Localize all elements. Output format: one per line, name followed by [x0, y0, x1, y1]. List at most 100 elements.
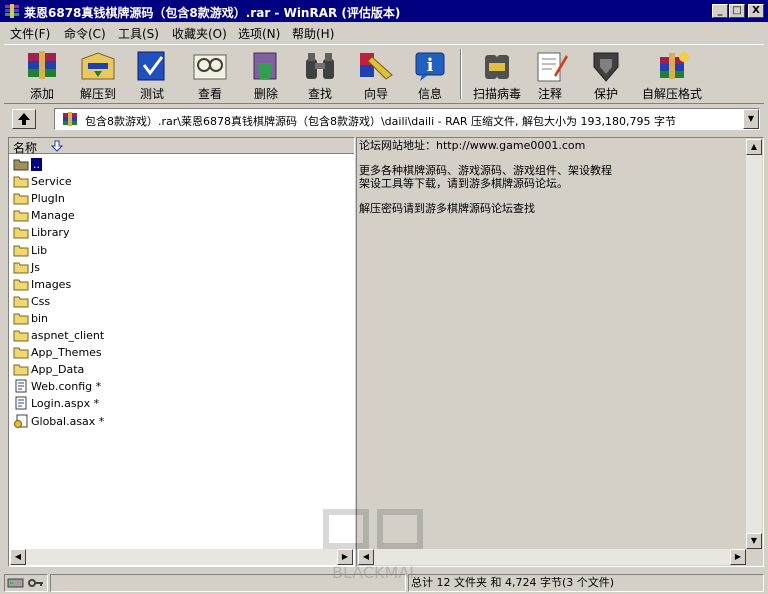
folder-icon [13, 193, 29, 205]
file-name: Login.aspx * [31, 397, 100, 411]
toolbar: 添加 解压到 测试 查看 删除 查找 向导 i 信息 扫描病毒 注释 保护 自解… [4, 44, 764, 104]
comment-line: 更多各种棋牌源码、游戏源码、游戏组件、架设教程 [359, 164, 612, 177]
path-text: 包含8款游戏）.rar\莱恩6878真钱棋牌源码（包含8款游戏）\daili\d… [85, 115, 676, 128]
folder-icon [13, 210, 29, 222]
wizard-button[interactable]: 向导 [346, 47, 406, 103]
comment-button[interactable]: 注释 [520, 47, 580, 103]
file-row[interactable]: Js [11, 259, 351, 276]
extract-to-label: 解压到 [79, 87, 116, 101]
test-button[interactable]: 测试 [122, 47, 182, 103]
file-row[interactable]: aspnet_client [11, 327, 351, 344]
add-label: 添加 [29, 87, 54, 101]
add-button[interactable]: 添加 [12, 47, 72, 103]
comment-pane[interactable]: 论坛网站地址：http://www.game0001.com 更多各种棋牌源码、游… [356, 137, 764, 567]
address-bar: 包含8款游戏）.rar\莱恩6878真钱棋牌源码（包含8款游戏）\daili\d… [4, 107, 764, 131]
scroll-down-button[interactable]: ▼ [746, 533, 762, 549]
file-row[interactable]: .. [11, 156, 351, 173]
wizard-label: 向导 [363, 87, 388, 101]
drive-key-indicator[interactable] [4, 574, 48, 592]
gear-file-icon [14, 414, 28, 428]
protect-icon [593, 52, 619, 82]
status-left-cell [50, 574, 406, 592]
extract-to-icon [81, 52, 115, 80]
scroll-up-button[interactable]: ▲ [746, 139, 762, 155]
scroll-left-button[interactable]: ◀ [10, 549, 26, 565]
file-name: PlugIn [31, 192, 65, 206]
folder-icon [13, 262, 29, 274]
file-name: Library [31, 226, 70, 240]
file-row[interactable]: App_Data [11, 361, 351, 378]
file-row[interactable]: Web.config * [11, 378, 351, 395]
winrar-app-icon[interactable] [4, 4, 20, 18]
view-button[interactable]: 查看 [180, 47, 240, 103]
info-button[interactable]: i 信息 [400, 47, 460, 103]
archive-comment: 论坛网站地址：http://www.game0001.com 更多各种棋牌源码、游… [359, 139, 739, 215]
folder-icon [13, 330, 29, 342]
delete-button[interactable]: 删除 [236, 47, 296, 103]
file-name: Web.config * [31, 380, 102, 394]
file-row[interactable]: App_Themes [11, 344, 351, 361]
up-folder-button[interactable] [12, 109, 36, 129]
find-button[interactable]: 查找 [290, 47, 350, 103]
file-row[interactable]: Global.asax * [11, 413, 351, 430]
vertical-scrollbar[interactable]: ▲ ▼ [746, 139, 762, 549]
folder-icon [13, 347, 29, 359]
file-row[interactable]: Images [11, 276, 351, 293]
folder-icon [13, 245, 29, 256]
path-dropdown-button[interactable]: ▼ [743, 109, 759, 129]
file-name: App_Data [31, 363, 85, 377]
maximize-button[interactable]: □ [729, 4, 745, 18]
test-icon [137, 51, 165, 81]
protect-button[interactable]: 保护 [576, 47, 636, 103]
scan-virus-icon [485, 55, 509, 79]
comment-line: 论坛网站地址：http://www.game0001.com [359, 139, 586, 152]
wizard-icon [360, 53, 393, 80]
file-row[interactable]: Manage [11, 207, 351, 224]
file-name: bin [31, 311, 49, 325]
file-name: aspnet_client [31, 329, 105, 342]
delete-icon [253, 52, 277, 80]
file-row[interactable]: Service [11, 173, 351, 190]
file-name: Manage [31, 209, 75, 223]
path-field[interactable]: 包含8款游戏）.rar\莱恩6878真钱棋牌源码（包含8款游戏）\daili\d… [54, 108, 760, 130]
file-name: Service [31, 175, 72, 189]
folder-icon [13, 296, 29, 308]
close-button[interactable]: X [748, 4, 764, 18]
menu-commands[interactable]: 命令(C) [64, 25, 106, 42]
menu-tools[interactable]: 工具(S) [118, 25, 159, 42]
file-row[interactable]: bin [11, 310, 351, 327]
extract-to-button[interactable]: 解压到 [68, 47, 128, 103]
minimize-button[interactable]: _ [712, 4, 728, 18]
horizontal-scrollbar[interactable]: ◀ ▶ [10, 549, 353, 565]
archive-icon [63, 112, 77, 126]
file-name: Js [31, 260, 40, 274]
drive-icon [7, 578, 24, 588]
file-name: Css [31, 294, 51, 308]
file-row[interactable]: Css [11, 293, 351, 310]
folder-icon [13, 279, 29, 291]
up-arrow-icon [18, 113, 30, 125]
file-row[interactable]: Library [11, 224, 351, 241]
status-summary: 总计 12 文件夹 和 4,724 字节(3 个文件) [408, 574, 764, 592]
svg-text:i: i [427, 55, 434, 76]
name-column-header[interactable]: 名称 [9, 138, 354, 155]
menu-options[interactable]: 选项(N) [238, 25, 280, 42]
title-bar[interactable]: 莱恩6878真钱棋牌源码（包含8款游戏）.rar - WinRAR (评估版本)… [0, 0, 768, 22]
comment-scroll-right-button[interactable]: ▶ [730, 549, 746, 565]
find-label: 查找 [307, 87, 332, 101]
comment-line: 解压密码请到游多棋牌源码论坛查找 [359, 201, 535, 215]
menu-favorites[interactable]: 收藏夹(O) [172, 25, 227, 42]
info-label: 信息 [417, 87, 442, 101]
file-name: App_Themes [31, 346, 102, 360]
file-row[interactable]: Login.aspx * [11, 395, 351, 412]
key-icon [28, 579, 43, 587]
menu-help[interactable]: 帮助(H) [292, 25, 334, 42]
document-icon [15, 379, 27, 393]
comment-label: 注释 [537, 87, 562, 101]
file-list-pane[interactable]: 名称 .. Service PlugIn Manage Library Lib Js Imag… [8, 137, 355, 567]
file-row[interactable]: Lib [11, 242, 351, 259]
sfx-button[interactable]: 自解压格式 [632, 47, 712, 103]
comment-icon [537, 52, 568, 82]
menu-file[interactable]: 文件(F) [10, 25, 50, 42]
file-row[interactable]: PlugIn [11, 190, 351, 207]
